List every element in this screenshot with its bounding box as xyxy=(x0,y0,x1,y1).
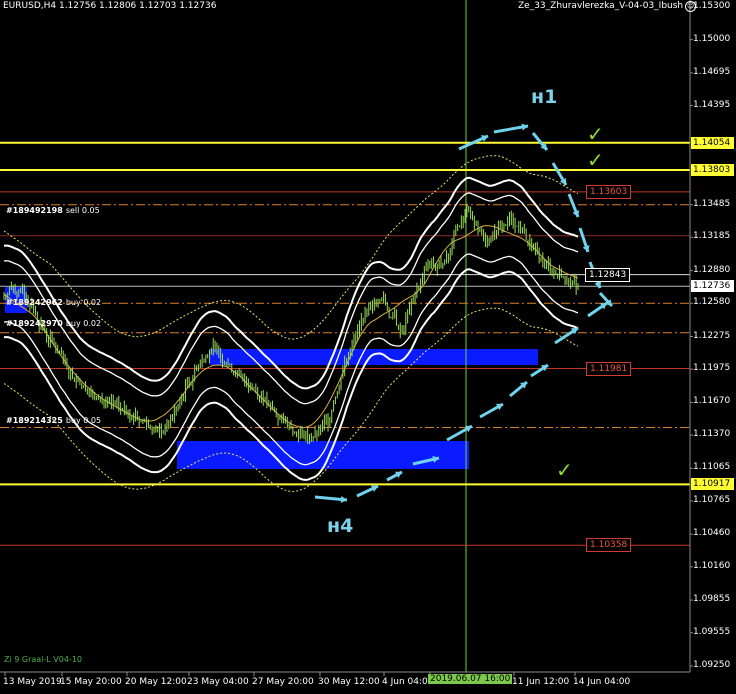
price-axis-label: 1.11670 xyxy=(693,396,731,407)
symbol-info: EURUSD,H4 1.12756 1.12806 1.12703 1.1273… xyxy=(3,1,217,11)
time-axis-label: 30 May 12:00 xyxy=(318,677,380,687)
arrow-head xyxy=(340,495,347,504)
price-tag: 1.10917 xyxy=(691,478,734,491)
time-axis-label: 13 May 2019 xyxy=(3,677,62,687)
crosshair-time-label: 2019.06.07 16:00 xyxy=(428,674,513,684)
price-axis-label: 1.13185 xyxy=(693,231,731,242)
time-axis-label: 4 Jun 04:00 xyxy=(382,677,434,687)
price-axis-label: 1.10160 xyxy=(693,560,731,571)
price-axis-label: 1.11065 xyxy=(693,462,731,473)
order-ticket: #189242970 xyxy=(6,319,63,328)
price-axis-label: 1.10765 xyxy=(693,494,731,505)
chart-window[interactable]: EURUSD,H4 1.12756 1.12806 1.12703 1.1273… xyxy=(0,0,736,694)
time-axis-label: 27 May 20:00 xyxy=(252,677,314,687)
expert-advisor-label[interactable]: Ze_33_Zhuravlerezka_V-04-03_Ibush ☺ xyxy=(518,1,697,12)
price-axis-label: 1.15000 xyxy=(693,33,731,44)
check-mark-icon: ✓ xyxy=(556,458,573,482)
price-axis-label: 1.12580 xyxy=(693,297,731,308)
order-ticket: #189492198 xyxy=(6,206,63,215)
envelope-upper xyxy=(3,155,579,340)
level-label: 1.11981 xyxy=(586,361,632,376)
time-axis-label: 14 Jun 04:00 xyxy=(573,677,631,687)
order-label[interactable]: #189214325 buy 0.05 xyxy=(6,416,101,425)
price-axis-label: 1.11370 xyxy=(693,429,731,440)
time-axis-label: 15 May 20:00 xyxy=(60,677,122,687)
check-mark-icon: ✓ xyxy=(587,148,604,172)
order-label[interactable]: #189242970 buy 0.02 xyxy=(6,319,101,328)
price-axis-label: 1.12275 xyxy=(693,330,731,341)
price-chart[interactable] xyxy=(0,0,736,694)
price-tag: 1.14054 xyxy=(691,136,734,149)
price-axis-label: 1.14395 xyxy=(693,99,731,110)
price-axis-label: 1.12880 xyxy=(693,264,731,275)
order-ticket: #189214325 xyxy=(6,416,63,425)
price-axis-label: 1.14695 xyxy=(693,66,731,77)
order-side: buy 0.02 xyxy=(65,298,102,307)
order-ticket: #189242962 xyxy=(6,298,63,307)
check-mark-icon: ✓ xyxy=(587,122,604,146)
price-axis-label: 1.10460 xyxy=(693,528,731,539)
indicator-name: Zi 9 Graal-L V04-10 xyxy=(4,655,82,664)
h4-annotation: н4 xyxy=(327,515,354,537)
time-axis-label: 11 Jun 12:00 xyxy=(512,677,570,687)
price-axis-label: 1.09555 xyxy=(693,626,731,637)
level-label: 1.10358 xyxy=(586,538,632,553)
order-side: buy 0.02 xyxy=(65,319,102,328)
order-side: buy 0.05 xyxy=(65,416,102,425)
time-axis-label: 23 May 04:00 xyxy=(187,677,249,687)
order-side: sell 0.05 xyxy=(65,206,100,215)
price-axis-label: 1.15300 xyxy=(693,1,731,11)
demand-zone-upper xyxy=(210,349,538,365)
demand-zone-lower xyxy=(177,441,469,469)
order-label[interactable]: #189242962 buy 0.02 xyxy=(6,298,101,307)
h1-annotation: н1 xyxy=(531,86,558,108)
order-label[interactable]: #189492198 sell 0.05 xyxy=(6,206,100,215)
price-axis-label: 1.09855 xyxy=(693,594,731,605)
price-tag: 1.13803 xyxy=(691,164,734,177)
price-axis-label: 1.11975 xyxy=(693,363,731,374)
price-axis-label: 1.09250 xyxy=(693,660,731,670)
expert-name: Ze_33_Zhuravlerezka_V-04-03_Ibush xyxy=(518,1,684,11)
price-axis-label: 1.13485 xyxy=(693,198,731,209)
level-label: 1.13603 xyxy=(586,184,632,199)
price-tag: 1.12736 xyxy=(691,280,734,293)
time-axis-label: 20 May 12:00 xyxy=(125,677,187,687)
level-label: 1.12843 xyxy=(585,267,631,282)
